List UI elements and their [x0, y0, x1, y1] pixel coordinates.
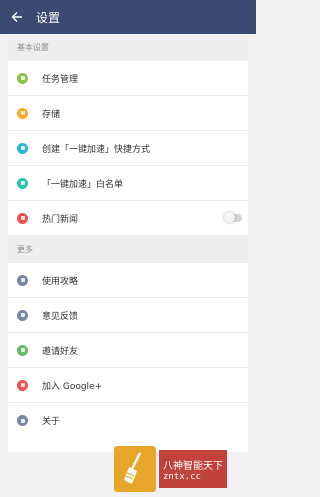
setting-row-hot-news[interactable]: 热门新闻: [8, 201, 248, 236]
back-button[interactable]: [0, 0, 34, 34]
setting-label: 任务管理: [42, 74, 79, 85]
news-icon: [17, 212, 28, 224]
setting-row-whitelist[interactable]: 「一键加速」白名单: [8, 166, 248, 201]
feedback-icon: [17, 309, 28, 321]
watermark-line1: 八神智能天下: [163, 460, 223, 472]
broom-logo-icon: [114, 446, 156, 492]
setting-label: 加入 Google+: [42, 381, 103, 392]
app-bar: 设置: [0, 0, 256, 34]
setting-row-google-plus[interactable]: 加入 Google+: [8, 368, 248, 403]
setting-row-guide[interactable]: 使用攻略: [8, 263, 248, 298]
setting-label: 存储: [42, 109, 61, 120]
page-title: 设置: [36, 10, 61, 25]
share-icon: [17, 344, 28, 356]
setting-row-invite[interactable]: 邀请好友: [8, 333, 248, 368]
section-header-more: 更多: [8, 236, 248, 263]
setting-label: 关于: [42, 417, 61, 427]
settings-screen: 设置 基本设置 任务管理 存储 创建「一键加速」快捷方式 「一键加速」白名单 热…: [0, 0, 256, 497]
setting-label: 意见反馈: [42, 311, 79, 322]
arrow-left-icon: [11, 12, 22, 22]
task-icon: [17, 72, 28, 84]
watermark-text: 八神智能天下 zntx.cc: [159, 450, 227, 488]
setting-label: 「一键加速」白名单: [42, 179, 124, 190]
help-icon: [17, 274, 28, 286]
google-plus-icon: [17, 379, 28, 391]
setting-row-task-manager[interactable]: 任务管理: [8, 61, 248, 96]
storage-icon: [17, 107, 28, 119]
setting-label: 创建「一键加速」快捷方式: [42, 144, 151, 155]
info-icon: [17, 415, 28, 426]
setting-row-about[interactable]: 关于: [8, 403, 248, 438]
settings-list: 基本设置 任务管理 存储 创建「一键加速」快捷方式 「一键加速」白名单 热门新闻…: [8, 34, 248, 452]
setting-row-feedback[interactable]: 意见反馈: [8, 298, 248, 333]
setting-row-storage[interactable]: 存储: [8, 96, 248, 131]
watermark-line2: zntx.cc: [163, 471, 201, 482]
setting-label: 邀请好友: [42, 346, 79, 357]
setting-label: 使用攻略: [42, 276, 79, 287]
shortcut-icon: [17, 142, 28, 154]
section-header-basic: 基本设置: [8, 34, 248, 61]
setting-row-create-shortcut[interactable]: 创建「一键加速」快捷方式: [8, 131, 248, 166]
setting-label: 热门新闻: [42, 214, 79, 225]
hot-news-toggle[interactable]: [224, 212, 242, 223]
watermark: 八神智能天下 zntx.cc: [114, 444, 244, 494]
whitelist-icon: [17, 177, 28, 189]
toggle-knob: [224, 212, 235, 223]
